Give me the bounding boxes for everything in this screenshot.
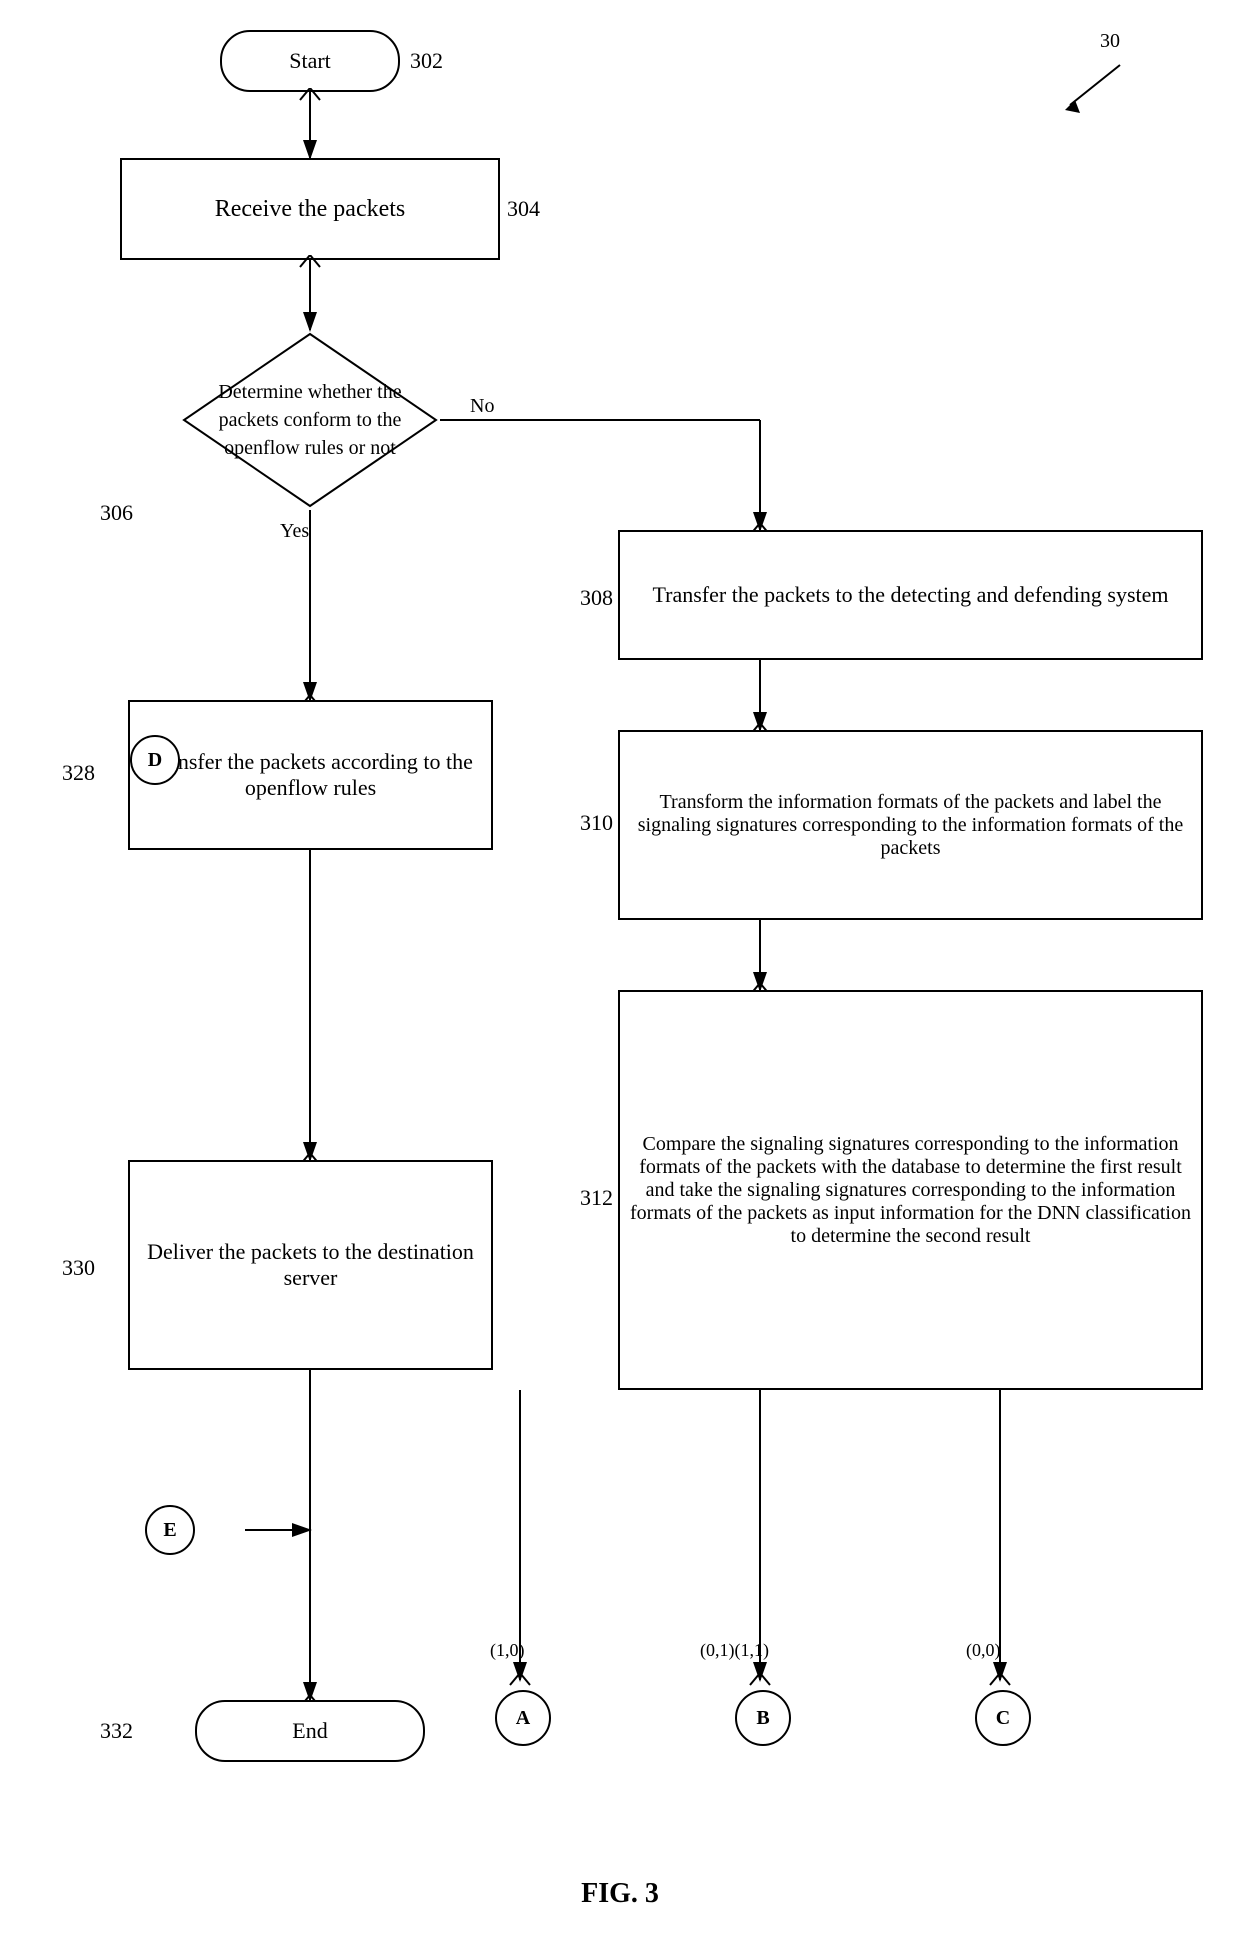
compare-process: Compare the signaling signatures corresp… <box>618 990 1203 1390</box>
end-terminal: End <box>195 1700 425 1762</box>
no-label: No <box>470 395 494 418</box>
transfer-detecting-process: Transfer the packets to the detecting an… <box>618 530 1203 660</box>
start-ref: 302 <box>410 48 443 74</box>
yes-label: Yes <box>280 520 309 543</box>
connector-A-label-sub: (1,0) <box>490 1640 525 1661</box>
connector-C-label-sub: (0,0) <box>966 1640 1001 1661</box>
start-arrow-tick <box>295 88 325 118</box>
connector-A: A <box>495 1690 551 1746</box>
transfer-openflow-ref: 328 <box>62 760 95 786</box>
deliver-ref: 330 <box>62 1255 95 1281</box>
arrows-svg <box>0 0 1240 1940</box>
decision-diamond: Determine whether the packets conform to… <box>180 330 440 510</box>
figure-caption: FIG. 3 <box>0 1878 1240 1910</box>
receive-packets-process: Receive the packets <box>120 158 500 260</box>
transform-ref: 310 <box>580 810 613 836</box>
deliver-process: Deliver the packets to the destination s… <box>128 1160 493 1370</box>
connector-E: E <box>145 1505 195 1555</box>
flowchart-diagram: 30 Start 302 Receive the packets 304 Det… <box>0 0 1240 1940</box>
figure-arrow-decoration <box>1040 55 1140 115</box>
connector-B: B <box>735 1690 791 1746</box>
transfer-detecting-ref: 308 <box>580 585 613 611</box>
transform-process: Transform the information formats of the… <box>618 730 1203 920</box>
connector-C: C <box>975 1690 1031 1746</box>
receive-arrow-tick <box>295 255 325 285</box>
decision-ref: 306 <box>100 500 133 526</box>
start-terminal: Start <box>220 30 400 92</box>
connector-D: D <box>130 735 180 785</box>
figure-number: 30 <box>1100 30 1120 53</box>
receive-ref: 304 <box>507 196 540 222</box>
end-ref: 332 <box>100 1718 133 1744</box>
connector-B-label-sub: (0,1)(1,1) <box>700 1640 769 1661</box>
compare-ref: 312 <box>580 1185 613 1211</box>
transfer-openflow-process: Transfer the packets according to the op… <box>128 700 493 850</box>
